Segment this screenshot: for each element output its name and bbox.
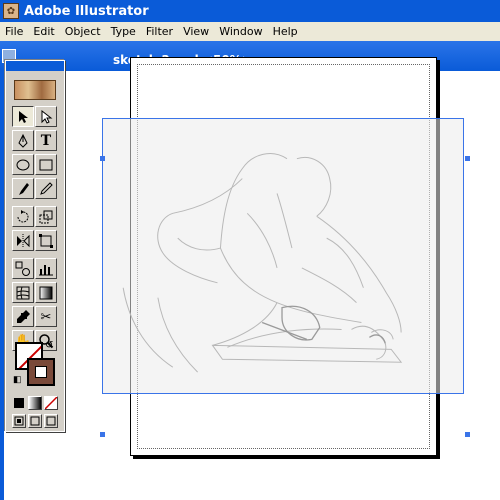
toolbox-logo[interactable] [14, 80, 56, 100]
menu-window[interactable]: Window [214, 25, 267, 38]
default-colors-icon[interactable]: ◧ [13, 374, 22, 385]
toolbox-panel: T ✂ ✋ ↺ ◧ [5, 60, 65, 432]
menu-view[interactable]: View [178, 25, 214, 38]
rotate-tool-icon[interactable] [12, 206, 34, 227]
scissors-tool-icon[interactable]: ✂ [35, 306, 57, 327]
app-title: Adobe Illustrator [24, 3, 149, 19]
rectangle-tool-icon[interactable] [35, 154, 57, 175]
none-mode-button[interactable] [44, 396, 58, 410]
placed-sketch-image[interactable] [102, 118, 464, 394]
graph-tool-icon[interactable] [35, 258, 57, 279]
pencil-tool-icon[interactable] [35, 178, 57, 199]
selection-handle-top-left[interactable] [100, 156, 105, 161]
full-screen-menu-mode-button[interactable] [28, 414, 42, 428]
sketch-drawing [122, 153, 403, 373]
full-screen-mode-button[interactable] [44, 414, 58, 428]
direct-selection-tool-icon[interactable] [35, 106, 57, 127]
menu-type[interactable]: Type [106, 25, 141, 38]
menu-bar: File Edit Object Type Filter View Window… [0, 22, 500, 41]
menu-object[interactable]: Object [60, 25, 106, 38]
illustrator-app-icon[interactable]: ✿ [3, 3, 19, 19]
mesh-tool-icon[interactable] [12, 282, 34, 303]
blend-tool-icon[interactable] [12, 258, 34, 279]
eyedropper-tool-icon[interactable] [12, 306, 34, 327]
menu-filter[interactable]: Filter [141, 25, 178, 38]
swap-colors-icon[interactable]: ↺ [45, 340, 53, 351]
menu-file[interactable]: File [0, 25, 28, 38]
stroke-color-swatch[interactable] [27, 358, 55, 386]
gradient-mode-button[interactable] [28, 396, 42, 410]
selection-tool-icon[interactable] [12, 106, 34, 127]
reflect-tool-icon[interactable] [12, 230, 34, 251]
ellipse-tool-icon[interactable] [12, 154, 34, 175]
gradient-tool-icon[interactable] [35, 282, 57, 303]
paintbrush-tool-icon[interactable] [12, 178, 34, 199]
selection-handle-bottom-right[interactable] [465, 432, 470, 437]
menu-help[interactable]: Help [268, 25, 303, 38]
fill-stroke-box: ↺ ◧ [11, 338, 59, 398]
standard-screen-mode-button[interactable] [12, 414, 26, 428]
selection-handle-bottom-left[interactable] [100, 432, 105, 437]
stroke-inner [35, 366, 47, 378]
scale-tool-icon[interactable] [35, 206, 57, 227]
app-titlebar: ✿ Adobe Illustrator [0, 0, 500, 22]
color-mode-button[interactable] [12, 396, 26, 410]
menu-edit[interactable]: Edit [28, 25, 59, 38]
free-transform-tool-icon[interactable] [35, 230, 57, 251]
type-tool-icon[interactable]: T [35, 130, 57, 151]
toolbox-grip[interactable] [6, 61, 64, 71]
pen-tool-icon[interactable] [12, 130, 34, 151]
selection-handle-top-right[interactable] [465, 156, 470, 161]
